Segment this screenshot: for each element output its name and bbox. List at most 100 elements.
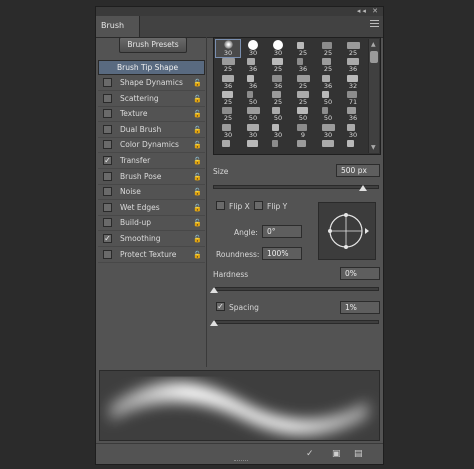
brush-option-item[interactable]: Wet Edges 🔓	[98, 201, 205, 216]
brush-grid-scrollbar[interactable]: ▲ ▼	[368, 39, 379, 153]
brush-tip-cell[interactable]: 30	[316, 122, 340, 139]
brush-tip-cell[interactable]	[316, 138, 340, 154]
brush-tip-cell[interactable]: 36	[341, 105, 365, 122]
brush-tip-cell[interactable]: 30	[266, 122, 290, 139]
brush-option-item[interactable]: Shape Dynamics 🔓	[98, 76, 205, 91]
trash-icon[interactable]: ▤	[354, 449, 363, 459]
brush-tip-cell[interactable]	[341, 138, 365, 154]
brush-tip-cell[interactable]: 30	[215, 39, 241, 58]
option-checkbox[interactable]	[103, 187, 112, 197]
brush-option-item[interactable]: Noise 🔓	[98, 185, 205, 201]
spacing-slider-knob[interactable]	[210, 320, 218, 326]
brush-tip-cell[interactable]: 25	[216, 105, 240, 122]
lock-icon[interactable]: 🔓	[193, 172, 202, 182]
brush-tip-cell[interactable]	[241, 138, 265, 154]
lock-icon[interactable]: 🔓	[193, 187, 202, 197]
brush-tip-cell[interactable]: 50	[241, 89, 265, 106]
lock-icon[interactable]: 🔓	[193, 218, 202, 228]
brush-tip-cell[interactable]: 25	[291, 73, 315, 90]
brush-tip-cell[interactable]: 30	[241, 40, 265, 57]
brush-tip-cell[interactable]: 36	[291, 56, 315, 73]
brush-tip-cell[interactable]: 36	[266, 73, 290, 90]
brush-tip-cell[interactable]: 25	[291, 89, 315, 106]
option-checkbox[interactable]: ✓	[103, 156, 112, 165]
tab-brush[interactable]: Brush	[96, 16, 140, 37]
brush-option-item[interactable]: Color Dynamics 🔓	[98, 138, 205, 154]
lock-icon[interactable]: 🔓	[193, 203, 202, 213]
brush-option-item[interactable]: ✓ Transfer 🔓	[98, 154, 205, 169]
spacing-field[interactable]: 1%	[340, 301, 380, 314]
hardness-slider-knob[interactable]	[210, 287, 218, 293]
brush-option-item[interactable]: Texture 🔓	[98, 107, 205, 123]
resize-grip[interactable]	[234, 460, 248, 463]
size-field[interactable]: 500 px	[336, 164, 380, 177]
scroll-up-icon[interactable]: ▲	[371, 41, 376, 48]
brush-tip-cell[interactable]	[216, 138, 240, 154]
lock-icon[interactable]: 🔓	[193, 250, 202, 260]
brush-option-item[interactable]: ✓ Smoothing 🔓	[98, 232, 205, 247]
brush-tip-cell[interactable]: 25	[316, 56, 340, 73]
brush-tip-cell[interactable]: 50	[316, 89, 340, 106]
option-checkbox[interactable]	[103, 78, 112, 87]
brush-tip-cell[interactable]: 36	[216, 73, 240, 90]
option-checkbox[interactable]: ✓	[103, 234, 112, 243]
brush-tip-cell[interactable]: 9	[291, 122, 315, 139]
option-checkbox[interactable]	[103, 218, 112, 228]
flip-y-checkbox[interactable]	[254, 201, 263, 210]
brush-tip-cell[interactable]: 25	[216, 56, 240, 73]
brush-tip-cell[interactable]: 50	[291, 105, 315, 122]
scroll-down-icon[interactable]: ▼	[371, 144, 376, 151]
spacing-checkbox[interactable]: ✓	[216, 302, 225, 311]
angle-roundness-widget[interactable]	[318, 202, 376, 260]
brush-option-item[interactable]: Protect Texture 🔓	[98, 248, 205, 263]
size-slider-knob[interactable]	[359, 185, 367, 191]
scroll-thumb[interactable]	[370, 51, 378, 63]
flip-x-checkbox[interactable]	[216, 201, 225, 210]
brush-tip-cell[interactable]: 36	[241, 73, 265, 90]
brush-tip-cell[interactable]: 25	[291, 40, 315, 57]
brush-tip-cell[interactable]: 25	[266, 89, 290, 106]
panel-menu-icon[interactable]	[370, 20, 379, 28]
hardness-field[interactable]: 0%	[340, 267, 380, 280]
brush-presets-button[interactable]: Brush Presets	[119, 37, 187, 53]
brush-edit-icon[interactable]: ✓	[306, 449, 314, 459]
option-checkbox[interactable]	[103, 202, 112, 212]
brush-tip-cell[interactable]: 30	[216, 122, 240, 139]
spacing-slider[interactable]	[213, 320, 379, 324]
brush-tip-cell[interactable]: 71	[341, 89, 365, 106]
option-checkbox[interactable]	[103, 124, 112, 134]
brush-tip-cell[interactable]: 36	[316, 73, 340, 90]
new-preset-icon[interactable]: ▣	[332, 449, 341, 459]
brush-tip-cell[interactable]: 30	[341, 122, 365, 139]
panel-collapse-controls[interactable]: ◂◂ ✕	[357, 7, 380, 16]
brush-tip-cell[interactable]: 50	[316, 105, 340, 122]
lock-icon[interactable]: 🔓	[193, 109, 202, 119]
option-checkbox[interactable]	[103, 140, 112, 150]
brush-tip-cell[interactable]: 32	[341, 73, 365, 90]
brush-tip-grid[interactable]: ▲ ▼ 30 30 30 25 25 25 25 36 25 36 25 36 36 36 36 25 36 32…	[213, 37, 381, 155]
lock-icon[interactable]: 🔓	[193, 140, 202, 150]
brush-tip-cell[interactable]: 25	[216, 89, 240, 106]
lock-icon[interactable]: 🔓	[193, 94, 202, 104]
brush-tip-cell[interactable]: 25	[341, 40, 365, 57]
brush-tip-cell[interactable]: 36	[241, 56, 265, 73]
option-checkbox[interactable]	[103, 171, 112, 181]
option-checkbox[interactable]	[103, 249, 112, 259]
brush-option-item[interactable]: Brush Pose 🔓	[98, 170, 205, 185]
hardness-slider[interactable]	[213, 287, 379, 291]
brush-option-item[interactable]: Dual Brush 🔓	[98, 123, 205, 138]
brush-option-item[interactable]: Scattering 🔓	[98, 92, 205, 107]
brush-tip-cell[interactable]	[266, 138, 290, 154]
brush-tip-cell[interactable]	[291, 138, 315, 154]
option-checkbox[interactable]	[103, 109, 112, 119]
brush-tip-cell[interactable]: 30	[241, 122, 265, 139]
brush-tip-shape-item[interactable]: Brush Tip Shape	[98, 60, 205, 75]
brush-tip-cell[interactable]: 50	[241, 105, 265, 122]
brush-tip-cell[interactable]: 25	[316, 40, 340, 57]
lock-icon[interactable]: 🔓	[193, 78, 202, 88]
brush-tip-cell[interactable]: 50	[266, 105, 290, 122]
option-checkbox[interactable]	[103, 93, 112, 103]
brush-option-item[interactable]: Build-up 🔓	[98, 216, 205, 232]
brush-tip-cell[interactable]: 25	[266, 56, 290, 73]
lock-icon[interactable]: 🔓	[193, 156, 202, 166]
